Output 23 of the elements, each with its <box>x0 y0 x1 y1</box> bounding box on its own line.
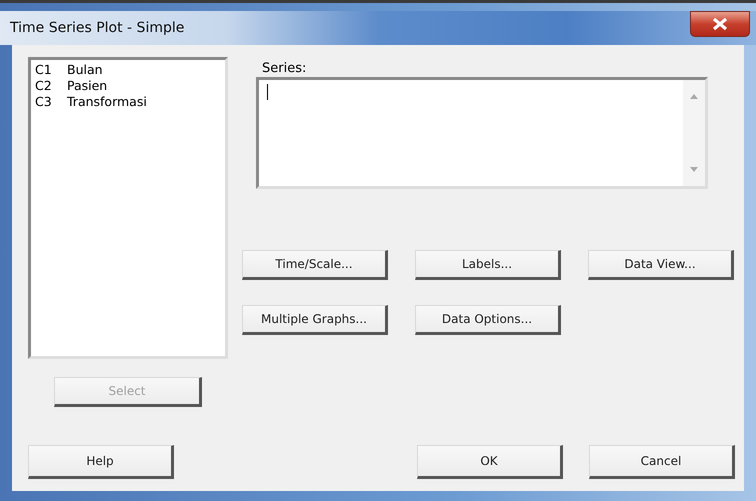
column-id: C3 <box>35 94 53 110</box>
window-title: Time Series Plot - Simple <box>10 20 184 36</box>
text-cursor <box>267 84 268 100</box>
option-button[interactable]: Time/Scale... <box>242 250 388 280</box>
scroll-down-icon[interactable] <box>690 167 698 172</box>
option-button[interactable]: Data Options... <box>415 305 561 335</box>
dialog-button[interactable]: Help <box>28 445 174 479</box>
dialog-button[interactable]: Cancel <box>589 445 735 479</box>
option-button[interactable]: Multiple Graphs... <box>242 305 388 335</box>
variable-name[interactable]: Pasien <box>67 78 108 94</box>
column-id: C2 <box>35 78 53 94</box>
close-button[interactable] <box>690 11 750 37</box>
scroll-up-icon[interactable] <box>690 94 698 99</box>
variable-name[interactable]: Bulan <box>67 62 103 78</box>
variable-list[interactable]: C1 Bulan C2 Pasien C3 Transformasi <box>28 57 228 359</box>
close-icon <box>711 17 729 31</box>
option-button[interactable]: Data View... <box>588 250 734 280</box>
series-label: Series: <box>262 61 308 77</box>
column-id: C1 <box>35 62 53 78</box>
variable-name[interactable]: Transformasi <box>67 94 147 110</box>
option-button[interactable]: Labels... <box>415 250 561 280</box>
series-field[interactable] <box>256 77 708 189</box>
dialog-button[interactable]: OK <box>417 445 563 479</box>
